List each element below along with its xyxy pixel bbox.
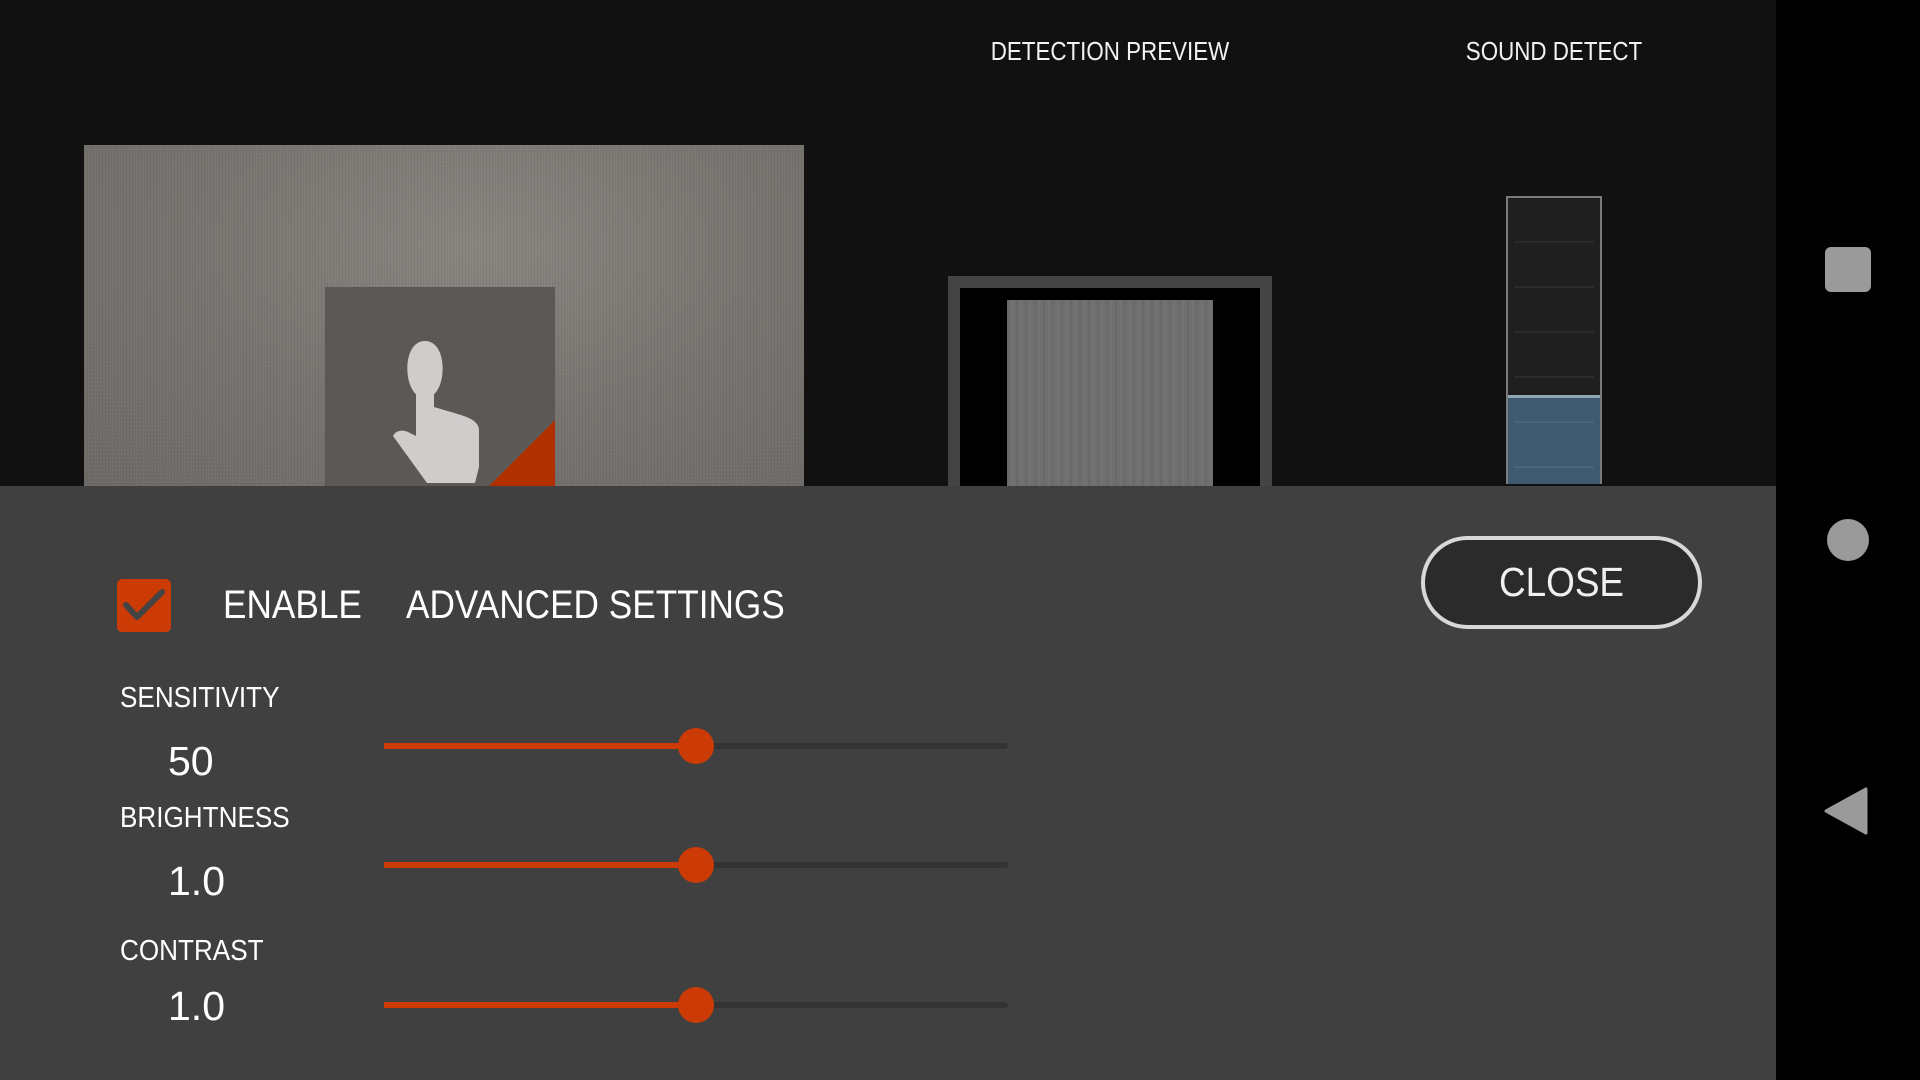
detection-preview-frame — [948, 276, 1272, 486]
checkmark-icon — [123, 589, 165, 620]
meter-gridline — [1514, 376, 1594, 378]
brightness-label: BRIGHTNESS — [120, 802, 290, 834]
contrast-slider[interactable] — [384, 985, 1008, 1025]
detection-preview-image — [1007, 300, 1213, 486]
circle-home-icon[interactable] — [1827, 519, 1869, 561]
triangle-back-icon[interactable] — [1824, 786, 1868, 836]
meter-gridline — [1514, 286, 1594, 288]
brightness-value: 1.0 — [168, 858, 225, 904]
advanced-settings-label: ADVANCED SETTINGS — [406, 583, 785, 627]
enable-label: ENABLE — [223, 583, 362, 627]
sensitivity-value: 50 — [168, 738, 214, 784]
sound-level-meter — [1506, 196, 1602, 484]
slider-fill — [384, 743, 696, 749]
camera-header-area: DETECTION PREVIEW SOUND DETECT — [0, 0, 1776, 486]
close-button[interactable]: CLOSE — [1421, 536, 1702, 629]
corner-marker-icon — [489, 420, 555, 486]
meter-gridline — [1514, 466, 1594, 468]
system-nav-bar — [1776, 0, 1920, 1080]
sound-detect-title: SOUND DETECT — [1465, 36, 1643, 66]
touch-zone-button[interactable] — [325, 287, 555, 486]
sensitivity-slider[interactable] — [384, 726, 1008, 766]
contrast-value: 1.0 — [168, 983, 225, 1029]
advanced-settings-panel: ENABLE ADVANCED SETTINGS CLOSE SENSITIVI… — [0, 486, 1776, 1080]
meter-gridline — [1514, 421, 1594, 423]
detection-preview-title: DETECTION PREVIEW — [990, 36, 1230, 66]
meter-gridline — [1514, 241, 1594, 243]
brightness-slider[interactable] — [384, 845, 1008, 885]
slider-fill — [384, 1002, 696, 1008]
slider-thumb[interactable] — [678, 728, 714, 764]
meter-gridline — [1514, 331, 1594, 333]
slider-thumb[interactable] — [678, 987, 714, 1023]
contrast-label: CONTRAST — [120, 935, 264, 967]
square-recents-icon[interactable] — [1825, 247, 1871, 292]
sound-level-fill — [1508, 395, 1600, 484]
touch-hand-icon — [393, 341, 479, 483]
sensitivity-label: SENSITIVITY — [120, 682, 280, 714]
close-button-label: CLOSE — [1498, 559, 1625, 605]
slider-fill — [384, 862, 696, 868]
slider-thumb[interactable] — [678, 847, 714, 883]
camera-preview[interactable] — [84, 145, 804, 486]
detection-preview-canvas — [960, 288, 1260, 486]
enable-advanced-checkbox[interactable] — [117, 579, 171, 632]
